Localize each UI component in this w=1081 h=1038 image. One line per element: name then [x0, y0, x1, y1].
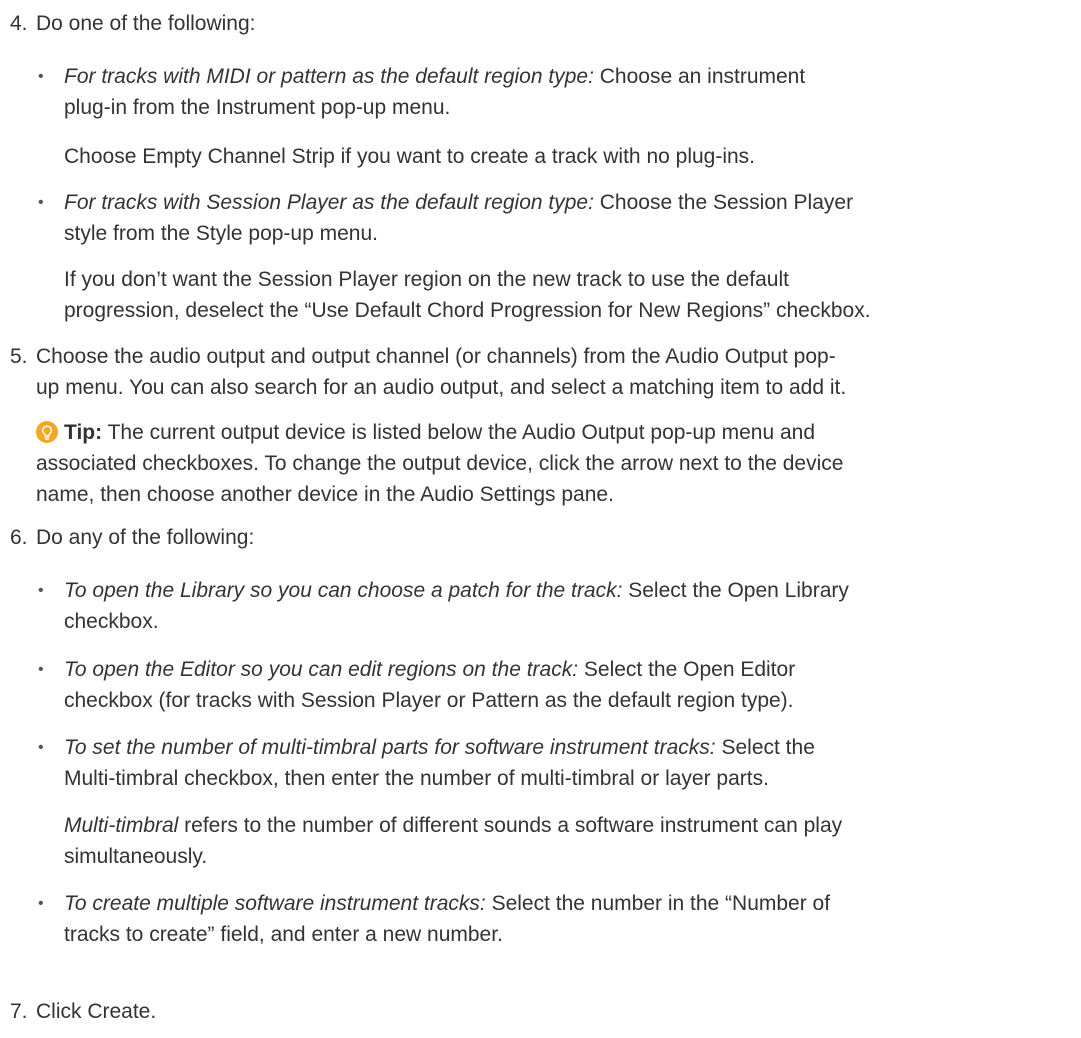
step-text: Do any of the following: [36, 526, 255, 549]
step-text: Do one of the following: [36, 12, 256, 35]
list-item: • For tracks with MIDI or pattern as the… [0, 61, 1081, 123]
item-note: If you don’t want the Session Player reg… [64, 268, 871, 322]
step-number: 6. [10, 526, 28, 549]
bullet-icon: • [38, 194, 44, 211]
tip-label: Tip: [64, 421, 103, 444]
bullet-icon: • [38, 68, 44, 85]
list-item: • To open the Library so you can choose … [0, 575, 1081, 637]
step-6: 6. Do any of the following: [0, 522, 1081, 553]
lightbulb-icon [36, 421, 58, 443]
item-emphasis: To create multiple software instrument t… [64, 892, 486, 915]
bullet-icon: • [38, 661, 44, 678]
list-item: • For tracks with Session Player as the … [0, 187, 1081, 249]
step-text: Click Create. [36, 1000, 157, 1023]
bullet-icon: • [38, 582, 44, 599]
list-item: • To open the Editor so you can edit reg… [0, 654, 1081, 716]
list-item: • To set the number of multi-timbral par… [0, 732, 1081, 794]
step-5: 5. Choose the audio output and output ch… [0, 341, 1081, 403]
item-note: Multi-timbral refers to the number of di… [64, 814, 843, 868]
item-emphasis: To set the number of multi-timbral parts… [64, 736, 716, 759]
item-emphasis: For tracks with Session Player as the de… [64, 191, 594, 214]
step-4: 4. Do one of the following: [0, 8, 1081, 39]
list-item: • To create multiple software instrument… [0, 888, 1081, 950]
tip-box: Tip: The current output device is listed… [36, 421, 844, 506]
step-number: 4. [10, 12, 28, 35]
item-note: Choose Empty Channel Strip if you want t… [64, 145, 756, 168]
item-emphasis: To open the Library so you can choose a … [64, 579, 623, 602]
bullet-icon: • [38, 739, 44, 756]
item-emphasis: For tracks with MIDI or pattern as the d… [64, 65, 594, 88]
bullet-icon: • [38, 895, 44, 912]
step-number: 7. [10, 1000, 28, 1023]
step-7: 7. Click Create. [0, 996, 1081, 1027]
item-emphasis: To open the Editor so you can edit regio… [64, 658, 579, 681]
step-number: 5. [10, 345, 28, 368]
